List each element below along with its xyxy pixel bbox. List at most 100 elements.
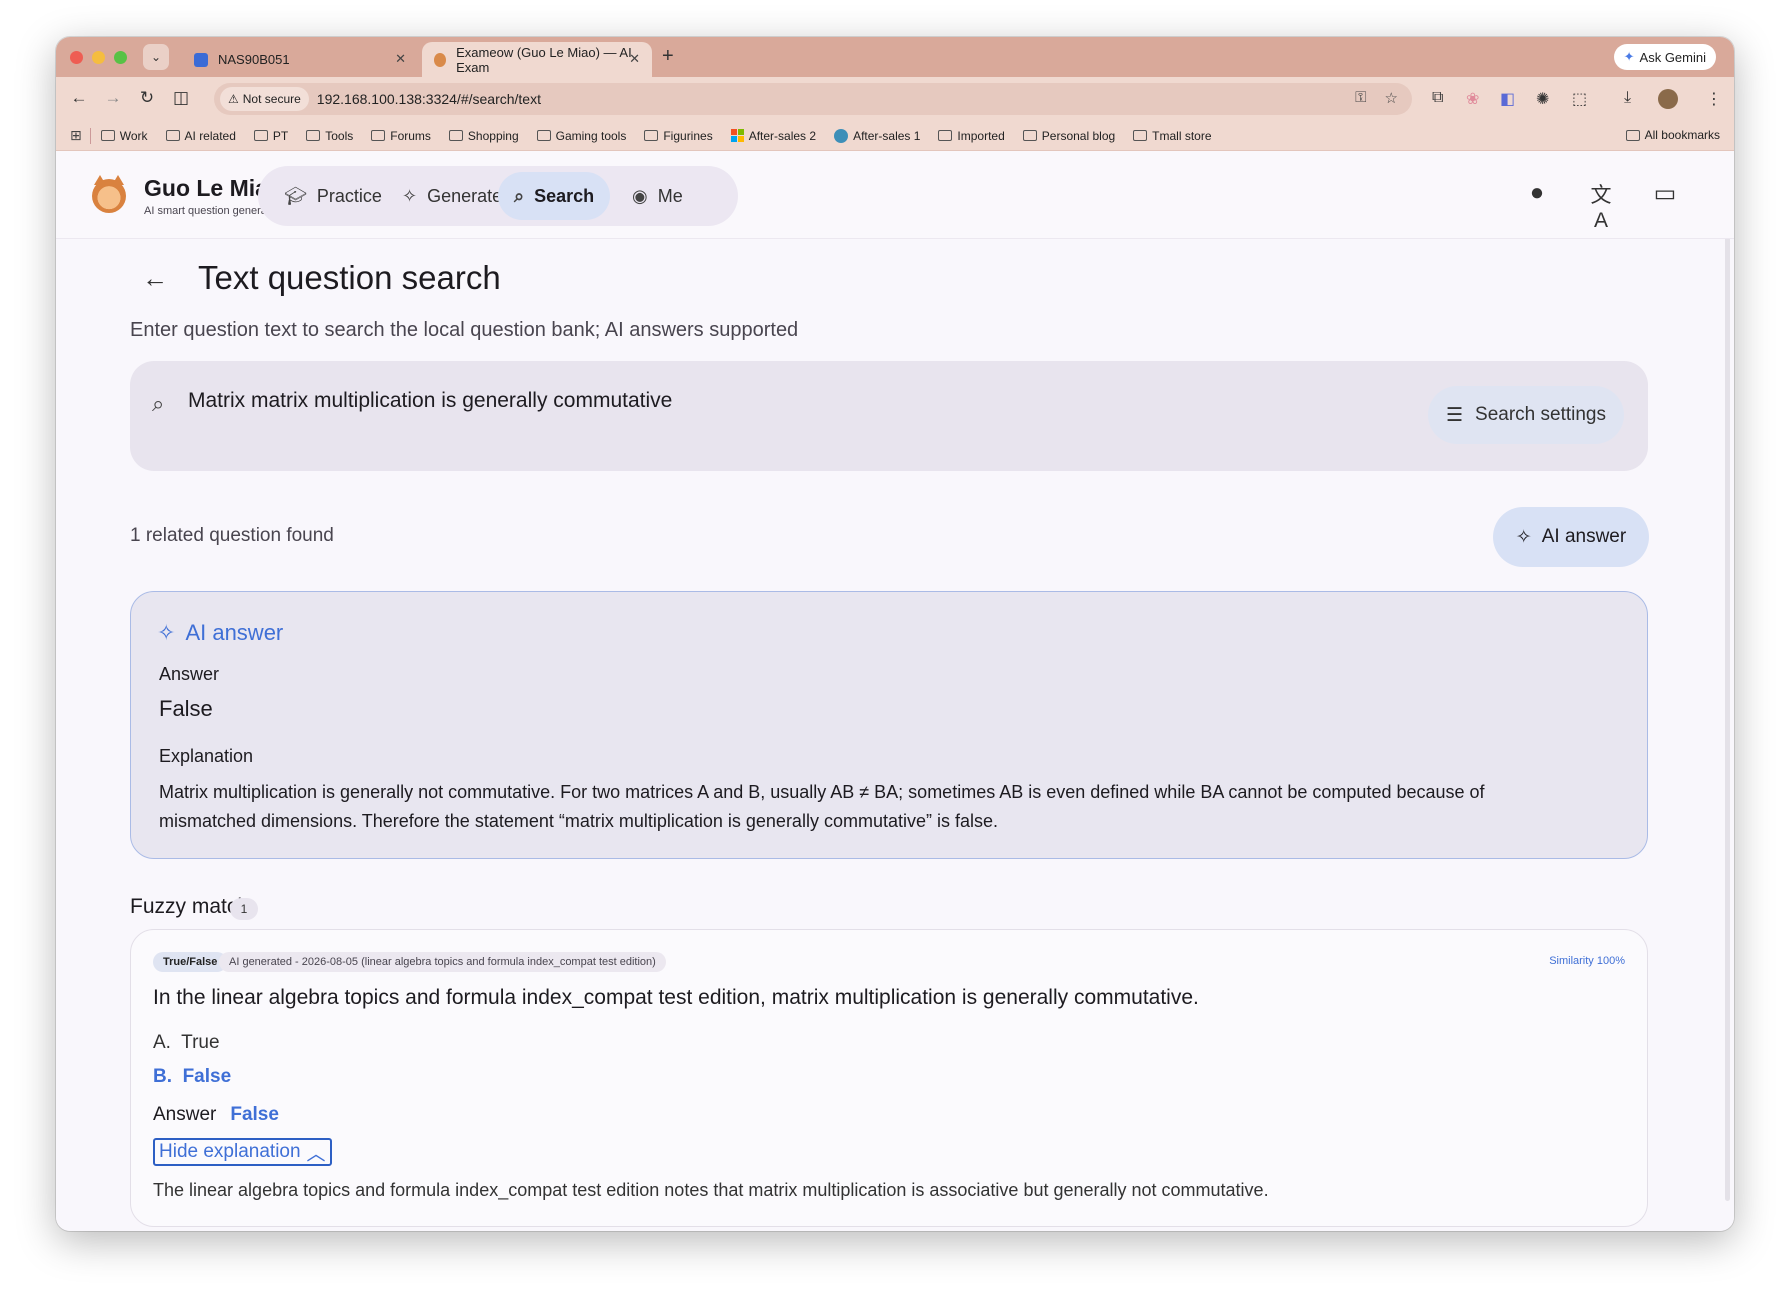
extensions-puzzle-icon[interactable]: ⬚ — [1572, 89, 1587, 109]
nav-label: Search — [534, 185, 595, 206]
app-viewport: Guo Le Miao AI smart question generation… — [56, 151, 1734, 1231]
nav-me[interactable]: ◉ Me — [616, 172, 699, 220]
openai-extension-icon[interactable]: ✺ — [1536, 89, 1549, 109]
bookmark-star-icon[interactable]: ☆ — [1385, 89, 1398, 107]
bookmark-folder[interactable]: Work — [100, 128, 148, 143]
answer-value: False — [159, 696, 213, 721]
question-explanation: The linear algebra topics and formula in… — [153, 1180, 1269, 1200]
tab-strip: ⌄ NAS90B051 ✕ Exameow (Guo Le Miao) — AI… — [56, 37, 1734, 77]
exameow-favicon-icon — [434, 52, 447, 67]
search-box: ⌕ ☰ Search settings — [130, 361, 1648, 471]
cat-extension-icon[interactable]: ❀ — [1466, 89, 1479, 109]
sparkles-icon: ✧ — [402, 185, 418, 206]
nav-search[interactable]: ⌕ Search — [498, 172, 611, 220]
browser-tab[interactable]: NAS90B051 ✕ — [182, 42, 418, 77]
answer-label: Answer — [159, 664, 220, 684]
menu-kebab-icon[interactable]: ⋮ — [1706, 89, 1722, 109]
tab-search-chevron-icon[interactable]: ⌄ — [143, 44, 169, 70]
address-bar[interactable]: ⚠ Not secure 192.168.100.138:3324/#/sear… — [214, 83, 1412, 115]
bookmark-link[interactable]: After-sales 1 — [834, 128, 921, 143]
bookmarks-divider — [89, 127, 91, 144]
all-bookmarks[interactable]: All bookmarks — [1625, 128, 1720, 142]
option-text: True — [181, 1032, 220, 1053]
bookmark-folder[interactable]: Tools — [306, 129, 353, 143]
folder-icon — [536, 130, 551, 141]
bookmark-link[interactable]: After-sales 2 — [730, 129, 816, 143]
main-nav: 🎓︎ Practice ✧ Generate ⌕ Search ◉ Me — [258, 166, 738, 226]
bookmarks-bar: ⊞ Work AI related PT Tools Forums Shoppi… — [56, 121, 1734, 151]
close-tab-icon[interactable]: ✕ — [395, 51, 406, 67]
folder-icon — [1133, 130, 1148, 141]
nav-label: Generate — [427, 185, 503, 206]
window-controls — [70, 50, 127, 64]
bookmark-label: Figurines — [663, 128, 713, 143]
forward-icon[interactable]: → — [102, 88, 124, 108]
bookmark-folder[interactable]: Gaming tools — [536, 129, 626, 143]
collapse-explanation-button[interactable]: Hide explanation ︿ — [153, 1138, 332, 1166]
bookmark-label: Work — [119, 128, 148, 143]
graduation-cap-icon: 🎓︎ — [284, 185, 307, 206]
tab-title: Exameow (Guo Le Miao) — AI Exam — [456, 44, 632, 75]
bookmark-folder[interactable]: Forums — [371, 129, 431, 143]
folder-icon — [1022, 130, 1037, 141]
minimize-window-button[interactable] — [92, 50, 105, 64]
close-tab-icon[interactable]: ✕ — [629, 51, 640, 67]
back-arrow-icon[interactable]: ← — [142, 263, 168, 294]
new-tab-plus-icon[interactable]: + — [662, 45, 674, 68]
split-view-icon[interactable]: ◫ — [170, 88, 192, 108]
tab-title: NAS90B051 — [218, 52, 290, 67]
explanation-text: Matrix multiplication is generally not c… — [159, 782, 1485, 831]
ai-answer-button[interactable]: ✧ AI answer — [1493, 507, 1649, 567]
question-answer-row: Answer False — [153, 1104, 279, 1126]
bookmark-folder[interactable]: Personal blog — [1022, 129, 1115, 143]
ai-card-header: ✧ AI answer — [157, 620, 283, 646]
search-icon: ⌕ — [152, 391, 165, 416]
page-scrollbar[interactable] — [1725, 181, 1730, 1201]
bookmark-folder[interactable]: PT — [253, 129, 288, 143]
folder-icon — [1625, 129, 1640, 141]
apps-grid-icon[interactable]: ⊞ — [70, 127, 82, 144]
translate-icon[interactable]: 文A — [1586, 179, 1616, 233]
gemini-star-icon: ✦ — [1623, 49, 1635, 64]
security-indicator[interactable]: ⚠ Not secure — [220, 87, 309, 111]
ask-gemini-button[interactable]: ✦ Ask Gemini — [1613, 44, 1716, 70]
folder-icon — [306, 130, 321, 141]
close-window-button[interactable] — [70, 50, 83, 64]
profile-avatar[interactable] — [1658, 89, 1678, 109]
cat-logo-icon[interactable] — [92, 175, 126, 213]
folder-icon — [938, 130, 953, 141]
reload-icon[interactable]: ↻ — [136, 88, 158, 108]
result-count: 1 related question found — [130, 525, 334, 546]
url-text[interactable]: 192.168.100.138:3324/#/search/text — [317, 91, 541, 107]
sliders-icon: ☰ — [1445, 404, 1464, 426]
bookmark-folder[interactable]: AI related — [165, 129, 236, 143]
bookmark-folder[interactable]: Tmall store — [1133, 129, 1212, 143]
question-text: In the linear algebra topics and formula… — [153, 986, 1199, 1009]
collapse-label: Hide explanation — [159, 1141, 301, 1162]
bookmark-folder[interactable]: Shopping — [448, 129, 519, 143]
nav-label: Practice — [316, 185, 382, 206]
page-title: Text question search — [198, 259, 501, 296]
nav-practice[interactable]: 🎓︎ Practice — [268, 172, 398, 220]
sparkles-icon: ✧ — [157, 620, 176, 645]
option-text: False — [182, 1066, 232, 1087]
search-input[interactable] — [188, 383, 1388, 419]
ai-card-title: AI answer — [185, 620, 284, 645]
maximize-window-button[interactable] — [114, 50, 127, 64]
back-icon[interactable]: ← — [68, 88, 90, 108]
monitor-icon[interactable]: ▭ — [1650, 179, 1680, 208]
github-icon[interactable]: ● — [1522, 179, 1552, 207]
browser-tab-active[interactable]: Exameow (Guo Le Miao) — AI Exam ✕ — [422, 42, 652, 77]
bookmark-label: Tools — [325, 128, 354, 143]
question-card: True/False AI generated - 2026-08-05 (li… — [130, 929, 1648, 1227]
search-settings-button[interactable]: ☰ Search settings — [1427, 386, 1624, 444]
password-key-icon[interactable]: ⚿ — [1355, 89, 1366, 107]
bookmark-folder[interactable]: Figurines — [644, 128, 713, 143]
bookmark-folder[interactable]: Imported — [938, 129, 1005, 143]
bookmark-label: After-sales 1 — [853, 128, 921, 143]
screenshot-extension-icon[interactable]: ⧉ — [1432, 89, 1443, 107]
user-circle-icon: ◉ — [632, 185, 648, 206]
purple-extension-icon[interactable]: ◧ — [1500, 89, 1515, 109]
download-icon[interactable]: ⤓ — [1624, 89, 1631, 107]
insecure-label: Not secure — [242, 92, 301, 106]
